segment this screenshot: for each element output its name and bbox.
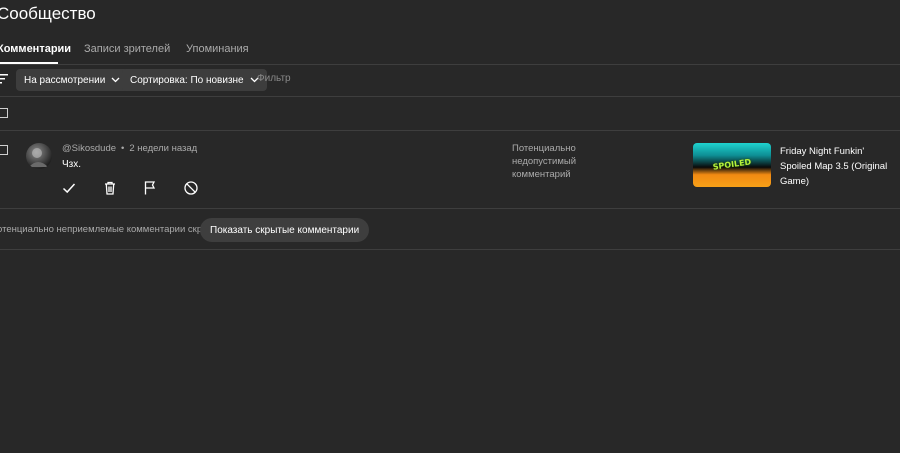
video-thumbnail[interactable]: SPOILED [693,143,771,187]
divider [0,208,900,209]
comment-time[interactable]: 2 недели назад [129,143,197,154]
sort-dropdown[interactable]: Сортировка: По новизне [122,69,267,91]
sort-label: Сортировка: По новизне [130,74,244,86]
divider [0,130,900,131]
video-title[interactable]: Friday Night Funkin' Spoiled Map 3.5 (Or… [780,144,896,189]
separator-dot: • [121,143,125,154]
tab-mentions[interactable]: Упоминания [186,43,249,55]
flag-icon[interactable] [142,180,158,196]
show-hidden-comments-button[interactable]: Показать скрытые комментарии [200,218,370,242]
thumbnail-logo: SPOILED [712,157,752,172]
tab-viewer-posts[interactable]: Записи зрителей [84,43,170,55]
filter-bar: На рассмотрении Сортировка: По новизне [0,66,900,96]
comment-checkbox[interactable] [0,145,8,155]
status-filter-dropdown[interactable]: На рассмотрении [16,69,129,91]
avatar[interactable] [26,143,52,169]
comment-author[interactable]: @Sikosdude [62,143,116,154]
chevron-down-icon [111,77,120,83]
block-icon[interactable] [183,180,199,196]
page-title: Сообщество [0,4,96,23]
status-filter-label: На рассмотрении [24,74,106,86]
moderation-status: Потенциально недопустимый комментарий [512,143,577,180]
tab-bar: Комментарии Записи зрителей Упоминания [0,36,900,64]
hidden-comments-notice: отенциально неприемлемые комментарии скр… [0,224,223,235]
comment-meta: @Sikosdude • 2 недели назад [62,143,197,154]
check-icon[interactable] [61,180,77,196]
filter-icon[interactable] [0,73,8,85]
select-all-checkbox[interactable] [0,108,8,118]
show-hidden-comments-label: Показать скрытые комментарии [210,224,360,236]
trash-icon[interactable] [102,180,118,196]
divider [0,96,900,97]
filter-input[interactable] [257,73,457,84]
tab-comments[interactable]: Комментарии [0,43,71,55]
divider [0,64,900,65]
divider [0,249,900,250]
avatar-image [29,148,48,167]
comment-text: Чзх. [62,159,82,170]
